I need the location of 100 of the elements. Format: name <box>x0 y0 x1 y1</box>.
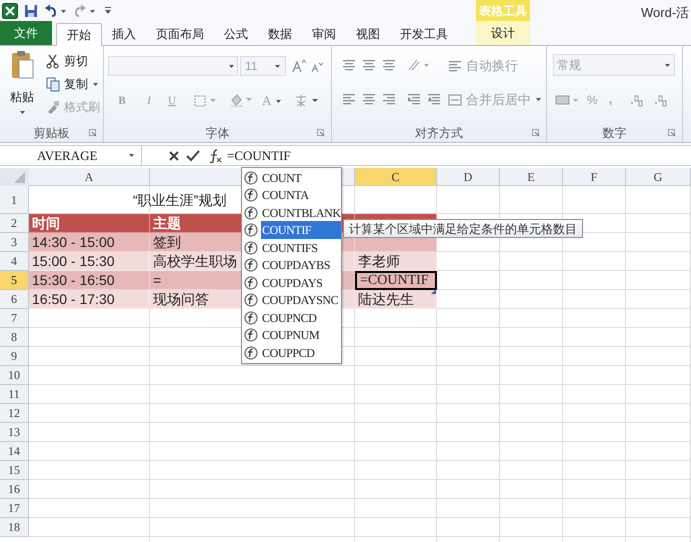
enter-check-icon[interactable] <box>186 150 200 162</box>
row-header[interactable]: 15 <box>0 461 29 480</box>
row-header[interactable]: 1 <box>0 186 29 214</box>
ribbon-tab[interactable]: 开始 <box>56 23 102 46</box>
ribbon-tab[interactable]: 文件 <box>0 21 52 45</box>
autocomplete-item[interactable]: COUPDAYBS <box>242 256 341 274</box>
autocomplete-item[interactable]: COUNTA <box>242 186 341 204</box>
middle-align-icon[interactable] <box>362 58 376 72</box>
autocomplete-item[interactable]: COUPDAYSNC <box>242 292 341 309</box>
dropdown-caret-icon <box>274 64 281 68</box>
row-header[interactable]: 2 <box>0 214 29 233</box>
dropdown-caret-icon[interactable] <box>60 8 67 14</box>
dialog-launcher-icon[interactable] <box>317 129 325 137</box>
ribbon-tab[interactable]: 数据 <box>258 23 302 45</box>
table-cell: 14:30 - 15:00 <box>29 233 150 252</box>
decrease-decimal-icon[interactable] <box>653 93 669 107</box>
column-header[interactable]: D <box>437 168 500 186</box>
active-cell[interactable]: =COUNTIF <box>355 271 437 290</box>
top-align-icon[interactable] <box>342 58 356 72</box>
table-cell: 15:00 - 15:30 <box>29 252 150 271</box>
row-header[interactable]: 16 <box>0 480 29 499</box>
ribbon-tab[interactable]: 插入 <box>102 23 146 45</box>
decrease-font-icon[interactable] <box>311 61 323 73</box>
paintbrush-icon <box>46 100 60 114</box>
row-header[interactable]: 4 <box>0 252 29 271</box>
dropdown-caret-icon <box>535 97 542 102</box>
ribbon-tab[interactable]: 开发工具 <box>390 23 458 45</box>
row-header[interactable]: 17 <box>0 499 29 518</box>
autocomplete-item[interactable]: COUPNCD <box>242 309 341 326</box>
border-icon[interactable] <box>194 95 218 107</box>
row-header[interactable]: 12 <box>0 404 29 423</box>
bottom-align-icon[interactable] <box>382 58 396 72</box>
row-header[interactable]: 9 <box>0 347 29 366</box>
column-header[interactable]: F <box>563 168 626 186</box>
currency-icon[interactable] <box>555 93 581 107</box>
ribbon-tab[interactable]: 设计 <box>476 21 530 45</box>
table-cell: 16:50 - 17:30 <box>29 290 150 309</box>
clipboard-button[interactable]: 复制 <box>46 75 99 93</box>
row-header[interactable]: 5 <box>0 271 29 290</box>
row-header[interactable]: 6 <box>0 290 29 309</box>
save-icon[interactable] <box>24 4 38 18</box>
cancel-icon[interactable] <box>168 150 180 162</box>
undo-icon[interactable] <box>44 4 58 18</box>
merge-cells-icon <box>448 92 462 107</box>
select-all-corner[interactable] <box>0 168 29 186</box>
row-header[interactable]: 7 <box>0 309 29 328</box>
name-box[interactable]: AVERAGE <box>37 146 98 166</box>
autocomplete-item[interactable]: COUNT <box>242 169 341 186</box>
insert-function-icon[interactable] <box>208 148 222 162</box>
wrap-text-icon <box>448 58 462 73</box>
function-icon <box>244 206 260 220</box>
dialog-launcher-icon[interactable] <box>532 129 540 137</box>
customize-toolbar-icon[interactable] <box>104 7 112 15</box>
increase-indent-icon[interactable] <box>427 92 441 106</box>
decrease-indent-icon[interactable] <box>407 92 421 106</box>
dropdown-caret-icon[interactable] <box>89 8 96 14</box>
column-header[interactable]: A <box>29 168 150 186</box>
sheet-title: “职业生涯”规划 <box>133 190 226 210</box>
function-icon <box>244 346 260 360</box>
column-header[interactable]: E <box>500 168 563 186</box>
row-header[interactable]: 3 <box>0 233 29 252</box>
clipboard-button[interactable]: 剪切 <box>46 52 88 70</box>
text-orientation-icon[interactable] <box>407 58 431 72</box>
table-cell: 时间 <box>29 214 150 233</box>
align-right-icon[interactable] <box>382 92 396 106</box>
table-cell: 李老师 <box>355 252 437 271</box>
increase-decimal-icon[interactable] <box>629 93 645 107</box>
align-left-icon[interactable] <box>342 92 356 106</box>
autocomplete-item[interactable]: COUPPCD <box>242 344 341 362</box>
dialog-launcher-icon[interactable] <box>668 129 676 137</box>
autocomplete-item[interactable]: COUPDAYS <box>242 274 341 292</box>
phonetic-guide-icon[interactable] <box>294 94 320 108</box>
ribbon-tab[interactable]: 视图 <box>346 23 390 45</box>
autocomplete-item[interactable]: COUPNUM <box>242 326 341 344</box>
column-header[interactable]: G <box>626 168 691 186</box>
function-icon <box>244 223 260 238</box>
ribbon-group-label: 对齐方式 <box>415 124 463 142</box>
spreadsheet-app-icon[interactable] <box>2 3 18 19</box>
align-center-icon[interactable] <box>362 92 376 106</box>
function-icon <box>244 258 260 272</box>
formula-input[interactable]: =COUNTIF <box>227 146 291 166</box>
row-header[interactable]: 11 <box>0 385 29 404</box>
row-header[interactable]: 10 <box>0 366 29 385</box>
row-header[interactable]: 14 <box>0 442 29 461</box>
dialog-launcher-icon[interactable] <box>89 129 97 137</box>
row-header[interactable]: 13 <box>0 423 29 442</box>
increase-font-icon[interactable] <box>292 59 306 73</box>
fill-bucket-icon[interactable] <box>230 93 254 107</box>
function-icon <box>244 188 260 202</box>
ribbon-group-label: 数字 <box>602 124 626 142</box>
dropdown-caret-icon[interactable] <box>128 153 135 158</box>
paste-button[interactable]: 粘贴 <box>4 50 40 120</box>
column-header[interactable]: C <box>355 168 437 186</box>
row-header[interactable]: 18 <box>0 518 29 537</box>
ribbon-tab[interactable]: 公式 <box>214 23 258 45</box>
ribbon-tab[interactable]: 页面布局 <box>146 23 214 45</box>
dropdown-caret-icon <box>275 98 282 104</box>
row-header[interactable]: 8 <box>0 328 29 347</box>
ribbon-tab[interactable]: 审阅 <box>302 23 346 45</box>
font-name-field[interactable] <box>108 56 238 76</box>
